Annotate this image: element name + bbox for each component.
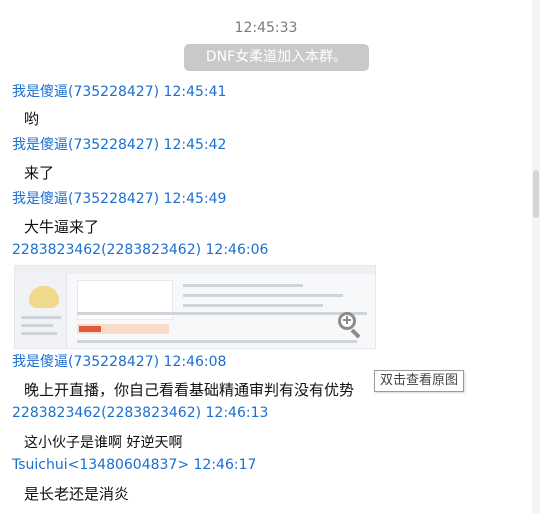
image-line bbox=[77, 340, 357, 343]
image-line bbox=[183, 304, 323, 307]
message-sender[interactable]: 2283823462(2283823462) 12:46:06 bbox=[12, 242, 268, 258]
scrollbar-track[interactable] bbox=[532, 0, 540, 513]
image-message[interactable] bbox=[14, 265, 376, 349]
chat-timestamp: 12:45:33 bbox=[234, 20, 298, 36]
message-sender[interactable]: 我是傻逼(735228427) 12:46:08 bbox=[12, 351, 226, 371]
zoom-in-icon[interactable] bbox=[338, 312, 364, 339]
message-text[interactable]: 晚上开直播，你自己看看基础精通审判有没有优势 bbox=[24, 379, 354, 400]
message-sender[interactable]: 2283823462(2283823462) 12:46:13 bbox=[12, 405, 268, 421]
image-tooltip: 双击查看原图 bbox=[374, 370, 465, 392]
message-sender[interactable]: Tsuichui<13480604837> 12:46:17 bbox=[12, 457, 256, 473]
message-sender[interactable]: 我是傻逼(735228427) 12:45:42 bbox=[12, 134, 226, 154]
image-line bbox=[21, 332, 57, 335]
image-avatar bbox=[29, 286, 59, 308]
image-line bbox=[183, 294, 343, 297]
chat-window: 12:45:33 DNF女柔道加入本群。 我是傻逼(735228427) 12:… bbox=[0, 0, 532, 513]
image-line bbox=[21, 316, 61, 319]
scrollbar-thumb[interactable] bbox=[533, 170, 539, 218]
message-sender[interactable]: 我是傻逼(735228427) 12:45:41 bbox=[12, 81, 226, 101]
message-text[interactable]: 来了 bbox=[24, 162, 54, 183]
message-text[interactable]: 这小伙子是谁啊 好逆天啊 bbox=[24, 432, 182, 452]
image-line bbox=[183, 284, 303, 287]
message-text[interactable]: 是长老还是消炎 bbox=[24, 483, 129, 504]
message-sender[interactable]: 我是傻逼(735228427) 12:45:49 bbox=[12, 188, 226, 208]
message-text[interactable]: 哟 bbox=[24, 108, 39, 129]
message-text[interactable]: 大牛逼来了 bbox=[24, 216, 99, 237]
image-line bbox=[77, 312, 367, 315]
system-notice: DNF女柔道加入本群。 bbox=[184, 44, 369, 71]
image-red-mark bbox=[79, 326, 101, 332]
image-line bbox=[21, 324, 53, 327]
image-topbar bbox=[15, 266, 375, 274]
